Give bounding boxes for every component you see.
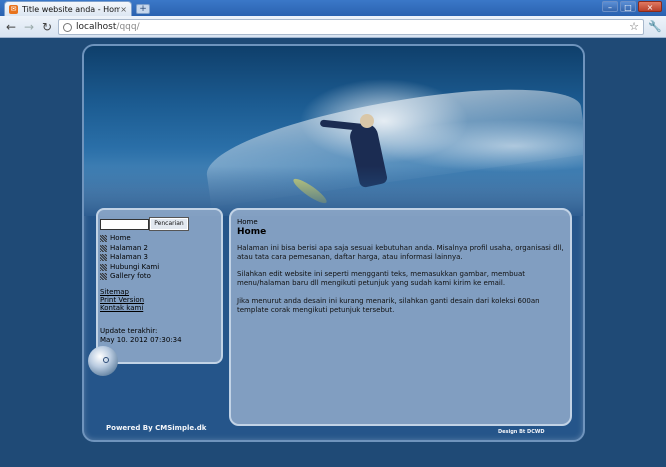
sitemap-link[interactable]: Sitemap [100,288,144,296]
search-button[interactable]: Pencarian [149,217,189,231]
browser-tab[interactable]: ✉ Title website anda - Home × [4,1,132,16]
favicon-icon: ✉ [9,4,18,14]
bookmark-star-icon[interactable]: ☆ [629,20,639,34]
address-bar[interactable]: localhost/qqq/ ☆ [58,19,644,35]
powered-by-link[interactable]: Powered By CMSimple.dk [106,424,206,432]
menu-bullet-icon [100,244,107,252]
last-update: Update terakhir: May 10. 2012 07:30:34 [100,327,182,345]
maximize-button[interactable]: □ [620,1,636,12]
reload-icon[interactable]: ↻ [40,20,54,34]
page-title: Home [237,227,267,237]
close-window-button[interactable]: × [638,1,662,12]
url-path: /qqq/ [116,22,140,32]
tab-close-icon[interactable]: × [120,5,127,14]
site-frame: Pencarian Home Halaman 2 Halaman 3 Hubun… [82,44,585,442]
print-version-link[interactable]: Print Version [100,296,144,304]
menu-item-label: Hubungi Kami [110,262,160,271]
globe-icon [63,22,72,32]
menu-bullet-icon [100,263,107,271]
menu-bullet-icon [100,254,107,262]
forward-icon[interactable]: → [22,20,36,34]
contact-link[interactable]: Kontak kami [100,304,144,312]
breadcrumb: Home [237,218,258,226]
menu-bullet-icon [100,235,107,243]
update-label: Update terakhir: [100,327,158,335]
content-paragraph: Silahkan edit website ini seperti mengga… [237,270,526,288]
content-paragraph: Halaman ini bisa berisi apa saja sesuai … [237,244,564,261]
sidebar: Pencarian Home Halaman 2 Halaman 3 Hubun… [96,208,223,364]
menu-item-label: Home [110,234,131,242]
utility-links: Sitemap Print Version Kontak kami [100,288,144,312]
menu-item-hubungi-kami[interactable]: Hubungi Kami [100,263,159,273]
design-credit: Design Bt DCWD [498,429,545,435]
minimize-button[interactable]: – [602,1,618,12]
header-image [84,46,583,216]
content-panel: Home Home Halaman ini bisa berisi apa sa… [229,208,572,426]
orb-ring-icon [103,357,109,363]
url-host: localhost [76,22,117,32]
surfer-head-shape [360,114,374,128]
menu-item-halaman-3[interactable]: Halaman 3 [100,253,159,263]
tab-title: Title website anda - Home [22,4,121,14]
new-tab-button[interactable]: + [136,4,150,14]
decorative-orb-icon [88,346,118,376]
update-date: May 10. 2012 07:30:34 [100,336,182,344]
menu-item-gallery-foto[interactable]: Gallery foto [100,272,159,282]
menu-bullet-icon [100,273,107,281]
back-icon[interactable]: ← [4,20,18,34]
menu-item-home[interactable]: Home [100,234,159,244]
menu-item-label: Halaman 3 [110,253,149,261]
menu-item-halaman-2[interactable]: Halaman 2 [100,244,159,254]
browser-toolbar: ← → ↻ localhost/qqq/ ☆ 🔧 [0,16,666,38]
site-menu: Home Halaman 2 Halaman 3 Hubungi Kami Ga… [100,234,159,282]
wrench-menu-icon[interactable]: 🔧 [648,20,662,34]
search-input[interactable] [100,219,149,230]
menu-item-label: Halaman 2 [110,243,149,252]
menu-item-label: Gallery foto [110,272,151,280]
url-text: localhost/qqq/ [76,22,140,32]
content-paragraph: Jika menurut anda desain ini kurang mena… [237,296,540,314]
title-bar: ✉ Title website anda - Home × + – □ × [0,0,666,16]
